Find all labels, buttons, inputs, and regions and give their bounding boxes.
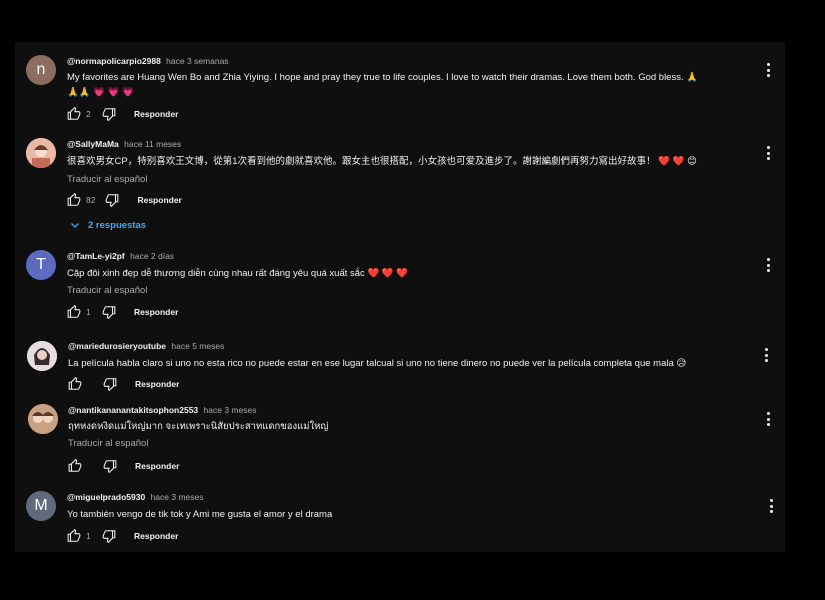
comment-text: My favorites are Huang Wen Bo and Zhia Y… <box>67 70 757 100</box>
like-count: 1 <box>86 531 91 541</box>
author-handle[interactable]: @miguelprado5930 <box>67 492 145 502</box>
reply-button[interactable]: Responder <box>134 531 178 541</box>
like-count: 1 <box>86 307 91 317</box>
thumbs-up-icon <box>68 459 82 472</box>
more-options-icon[interactable] <box>762 411 774 427</box>
reply-button[interactable]: Responder <box>135 379 179 389</box>
avatar-letter: n <box>36 61 46 78</box>
like-count: 82 <box>86 195 96 205</box>
comment-header: @TamLe-yi2pf hace 2 días <box>67 251 174 261</box>
author-handle[interactable]: @nantikananantakitsophon2553 <box>68 405 198 415</box>
avatar-image <box>28 404 58 434</box>
comment-text-line: My favorites are Huang Wen Bo and Zhia Y… <box>67 72 699 83</box>
more-options-icon[interactable] <box>760 347 772 363</box>
comment-actions: 1 Responder <box>67 528 178 544</box>
thumbs-up-icon <box>67 193 81 206</box>
avatar[interactable]: n <box>26 55 56 85</box>
avatar[interactable] <box>27 341 57 371</box>
more-options-icon[interactable] <box>762 145 774 161</box>
comment-header: @normapolicarpio2988 hace 3 semanas <box>67 56 229 66</box>
more-options-icon[interactable] <box>765 498 777 514</box>
more-options-icon[interactable] <box>762 257 774 273</box>
more-options-icon[interactable] <box>762 62 774 78</box>
like-count: 2 <box>86 109 91 119</box>
dislike-button[interactable] <box>103 377 117 391</box>
comment-text: 很喜欢男女CP，特别喜欢王文博，從第1次看到他的劇就喜欢他。跟女主也很搭配，小女… <box>67 154 757 169</box>
chevron-down-icon <box>71 223 79 228</box>
like-button[interactable]: 82 <box>67 193 95 207</box>
avatar-image <box>27 341 57 371</box>
comment-text: ฤทหงดหงิดแม่ใหญ่มาก จะเทเพราะนิสัยประสาท… <box>68 419 758 434</box>
comment-header: @mariedurosieryoutube hace 5 meses <box>68 341 224 351</box>
comment-actions: 1 Responder <box>67 304 178 320</box>
comment-text: Cặp đôi xinh đẹp dễ thương diễn cùng nha… <box>67 266 757 281</box>
timestamp[interactable]: hace 5 meses <box>171 341 224 351</box>
reply-button[interactable]: Responder <box>137 195 181 205</box>
reply-button[interactable]: Responder <box>134 307 178 317</box>
comment-header: @nantikananantakitsophon2553 hace 3 mese… <box>68 405 256 415</box>
avatar[interactable]: T <box>26 250 56 280</box>
author-handle[interactable]: @mariedurosieryoutube <box>68 341 166 351</box>
dislike-button[interactable] <box>105 193 119 207</box>
comment-actions: 82 Responder <box>67 192 182 208</box>
comment-header: @SallyMaMa hace 11 meses <box>67 139 181 149</box>
comment-actions: 2 Responder <box>67 106 178 122</box>
thumbs-down-icon <box>103 460 117 473</box>
comment-text-line: 很喜欢男女CP，特别喜欢王文博，從第1次看到他的劇就喜欢他。跟女主也很搭配，小女… <box>67 156 697 167</box>
like-button[interactable]: 1 <box>67 305 92 319</box>
reply-button[interactable]: Responder <box>135 461 179 471</box>
thumbs-down-icon <box>106 194 119 207</box>
dislike-button[interactable] <box>102 529 116 543</box>
thumbs-up-icon <box>68 377 82 390</box>
thumbs-up-icon <box>67 107 81 120</box>
avatar[interactable]: M <box>26 491 56 521</box>
like-button[interactable] <box>68 377 93 391</box>
author-handle[interactable]: @SallyMaMa <box>67 139 119 149</box>
like-button[interactable]: 2 <box>67 107 92 121</box>
comment-actions: Responder <box>68 376 179 392</box>
avatar[interactable] <box>28 404 58 434</box>
thumbs-down-icon <box>102 530 116 543</box>
avatar-letter: T <box>36 256 46 273</box>
comment-text-line: La película habla claro si uno no esta r… <box>68 358 687 369</box>
translate-link[interactable]: Traducir al español <box>67 285 147 296</box>
replies-count-label: 2 respuestas <box>88 219 147 231</box>
timestamp[interactable]: hace 11 meses <box>124 139 181 149</box>
thumbs-down-icon <box>102 108 116 121</box>
comment-text-line: ฤทหงดหงิดแม่ใหญ่มาก จะเทเพราะนิสัยประสาท… <box>68 421 329 432</box>
author-handle[interactable]: @TamLe-yi2pf <box>67 251 125 261</box>
thumbs-down-icon <box>102 306 116 319</box>
timestamp[interactable]: hace 3 semanas <box>166 56 228 66</box>
comment-text: Yo también vengo de tik tok y Ami me gus… <box>67 507 757 522</box>
dislike-button[interactable] <box>102 305 116 319</box>
timestamp[interactable]: hace 3 meses <box>204 405 257 415</box>
timestamp[interactable]: hace 3 meses <box>151 492 204 502</box>
dislike-button[interactable] <box>103 459 117 473</box>
avatar-letter: M <box>34 497 48 514</box>
thumbs-up-icon <box>67 529 81 542</box>
thumbs-up-icon <box>67 305 81 318</box>
timestamp[interactable]: hace 2 días <box>130 251 174 261</box>
comment-text-line: Yo también vengo de tik tok y Ami me gus… <box>67 509 333 520</box>
comment-text-line: 🙏🙏 💗 💗 💗 <box>67 87 135 98</box>
comment-text: La película habla claro si uno no esta r… <box>68 356 758 371</box>
reply-button[interactable]: Responder <box>134 109 178 119</box>
comment-actions: Responder <box>68 458 179 474</box>
comment-text-line: Cặp đôi xinh đẹp dễ thương diễn cùng nha… <box>67 268 409 279</box>
like-button[interactable] <box>68 459 93 473</box>
avatar[interactable] <box>26 138 56 168</box>
thumbs-down-icon <box>103 378 117 391</box>
avatar-image <box>26 138 56 168</box>
translate-link[interactable]: Traducir al español <box>68 438 148 449</box>
author-handle[interactable]: @normapolicarpio2988 <box>67 56 161 66</box>
like-button[interactable]: 1 <box>67 529 92 543</box>
dislike-button[interactable] <box>102 107 116 121</box>
comment-header: @miguelprado5930 hace 3 meses <box>67 492 204 502</box>
view-replies-button[interactable]: 2 respuestas <box>69 219 146 231</box>
translate-link[interactable]: Traducir al español <box>67 174 147 185</box>
